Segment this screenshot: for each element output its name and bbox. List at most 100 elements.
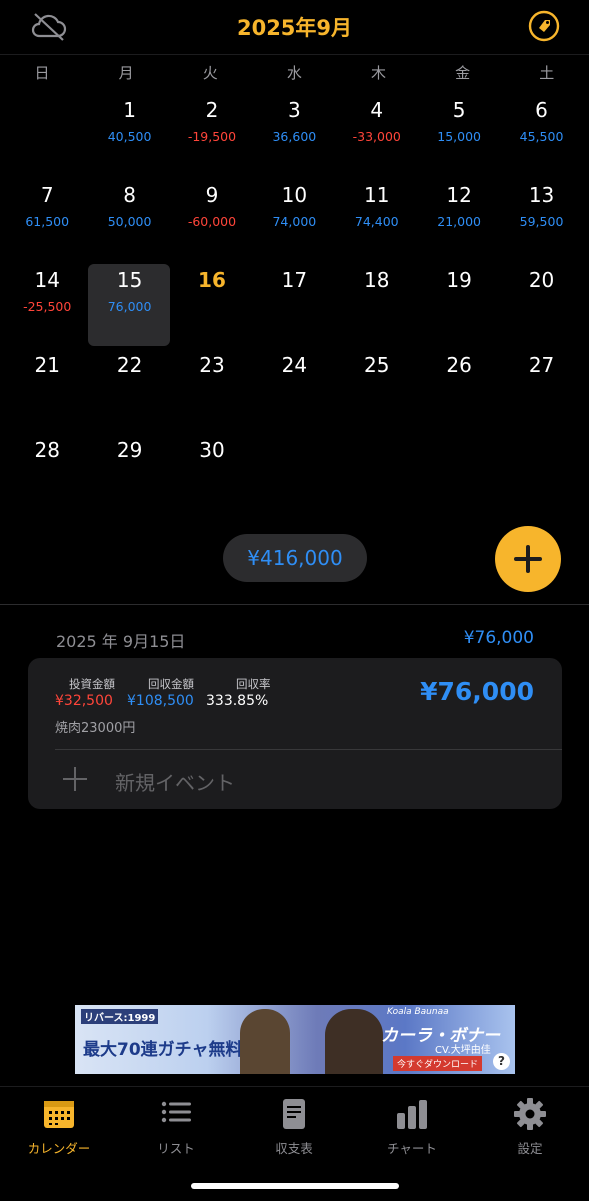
divider [55,749,562,750]
calendar-day-cell[interactable]: 17 [253,262,335,347]
calendar-day-cell[interactable]: 1 40,500 [88,92,170,177]
calendar-day-cell[interactable]: 19 [418,262,500,347]
list-icon [161,1101,191,1123]
calendar-day-cell[interactable]: 24 [253,347,335,432]
day-amount: 50,000 [107,214,152,229]
calendar-day-cell[interactable]: 2 -19,500 [171,92,253,177]
day-amount: 40,500 [107,129,152,144]
day-amount: -60,000 [187,214,237,229]
ad-character-image [325,1009,383,1074]
calendar-day-cell[interactable]: 13 59,500 [500,177,582,262]
bar-chart-icon [397,1100,427,1129]
calendar-day-cell[interactable]: 26 [418,347,500,432]
day-number: 3 [288,98,301,122]
calendar-week-row: 14 -25,500 15 76,000 16 17 18 19 20 [6,262,583,347]
calendar-day-cell[interactable]: 23 [171,347,253,432]
plus-icon[interactable] [61,765,89,793]
day-number: 28 [34,438,60,462]
tab-calendar[interactable]: カレンダー [0,1097,118,1157]
calendar-day-cell[interactable]: 22 [88,347,170,432]
ad-banner[interactable]: リバース:1999 最大70連ガチャ無料! Koala Baunaa カーラ・ボ… [75,1005,515,1074]
calendar-day-cell[interactable]: 18 [336,262,418,347]
day-amount: 74,400 [354,214,399,229]
calendar-day-cell[interactable]: 3 36,600 [253,92,335,177]
day-number: 23 [199,353,225,377]
tag-icon[interactable] [528,10,560,42]
day-number: 7 [40,183,54,207]
day-amount: 76,000 [107,299,152,314]
add-button[interactable] [495,526,561,592]
day-number: 9 [205,183,219,207]
header: 2025年9月 [0,0,589,55]
calendar-day-cell[interactable]: 25 [336,347,418,432]
day-number: 30 [199,438,225,462]
invest-value: ¥32,500 [55,693,113,709]
ad-cta[interactable]: 今すぐダウンロード [393,1056,483,1071]
weekday-label: 木 [371,64,387,82]
calendar-day-cell[interactable]: 5 15,000 [418,92,500,177]
tab-list[interactable]: リスト [117,1097,235,1157]
tab-label: チャート [387,1141,437,1156]
calendar-day-cell[interactable]: 9 -60,000 [171,177,253,262]
calendar-day-cell[interactable]: 20 [500,262,582,347]
month-title[interactable]: 2025年9月 [0,12,589,42]
event-card[interactable]: 投資金額 ¥32,500 回収金額 ¥108,500 回収率 333.85% 焼… [28,658,562,809]
calendar-week-row: 1 40,500 2 -19,500 3 36,600 4 -33,000 5 15,000 6 45… [6,92,583,177]
calendar-day-cell[interactable]: 8 50,000 [88,177,170,262]
day-number: 10 [281,183,308,207]
calendar-empty-cell [6,92,88,177]
day-number: 19 [446,268,472,292]
new-event-button[interactable]: 新規イベント [115,767,235,796]
weekday-label: 火 [202,64,218,82]
day-amount: 61,500 [25,214,70,229]
calendar-icon [44,1101,74,1128]
event-note: 焼肉23000円 [55,721,136,736]
calendar-day-cell[interactable]: 28 [6,432,88,517]
day-number: 5 [452,98,466,122]
calendar-week-row: 21 22 23 24 25 26 27 [6,347,583,432]
selected-day-total: ¥76,000 [463,628,534,648]
day-number: 24 [281,353,308,377]
day-number: 8 [123,183,136,207]
day-number: 22 [116,353,143,377]
ad-help-icon[interactable]: ? [493,1053,510,1070]
day-number: 29 [116,438,143,462]
calendar-day-cell[interactable]: 16 [171,262,253,347]
day-number: 15 [116,268,143,292]
ad-cv: CV.大坪由佳 [435,1045,491,1056]
calendar-day-cell[interactable]: 6 45,500 [500,92,582,177]
document-icon [283,1099,305,1129]
calendar-day-cell[interactable]: 15 76,000 [88,262,171,347]
calendar-day-cell[interactable]: 7 61,500 [6,177,88,262]
calendar-day-cell[interactable]: 11 74,400 [336,177,418,262]
calendar-day-cell[interactable]: 29 [88,432,170,517]
calendar-day-cell[interactable]: 27 [500,347,582,432]
day-amount: 59,500 [519,214,564,229]
plus-icon [514,545,542,573]
calendar-week-row: 7 61,500 8 50,000 9 -60,000 10 74,000 11 74,400 12… [6,177,583,262]
tab-statement[interactable]: 収支表 [235,1097,353,1157]
day-number: 13 [528,183,555,207]
day-amount: 74,000 [272,214,317,229]
month-total-badge: ¥416,000 [223,534,367,582]
day-number: 12 [446,183,472,207]
day-amount: 15,000 [437,129,482,144]
calendar-grid: 1 40,500 2 -19,500 3 36,600 4 -33,000 5 15,000 6 45… [6,92,583,517]
day-amount: 21,000 [437,214,482,229]
tab-settings[interactable]: 設定 [471,1097,589,1157]
calendar-day-cell[interactable]: 14 -25,500 [6,262,88,347]
tab-chart[interactable]: チャート [353,1097,471,1157]
home-indicator [191,1183,399,1189]
calendar-day-cell[interactable]: 21 [6,347,88,432]
tab-label: カレンダー [27,1141,91,1156]
calendar-day-cell[interactable]: 12 21,000 [418,177,500,262]
calendar-week-row: 28 29 30 [6,432,583,517]
ad-promo: 最大70連ガチャ無料! [83,1040,251,1060]
day-number: 16 [198,268,226,292]
calendar-day-cell[interactable]: 30 [171,432,253,517]
calendar-day-cell[interactable]: 10 74,000 [253,177,335,262]
day-number: 6 [535,98,548,122]
day-number: 4 [370,98,384,122]
calendar-empty-cell [253,432,335,517]
calendar-day-cell[interactable]: 4 -33,000 [336,92,418,177]
